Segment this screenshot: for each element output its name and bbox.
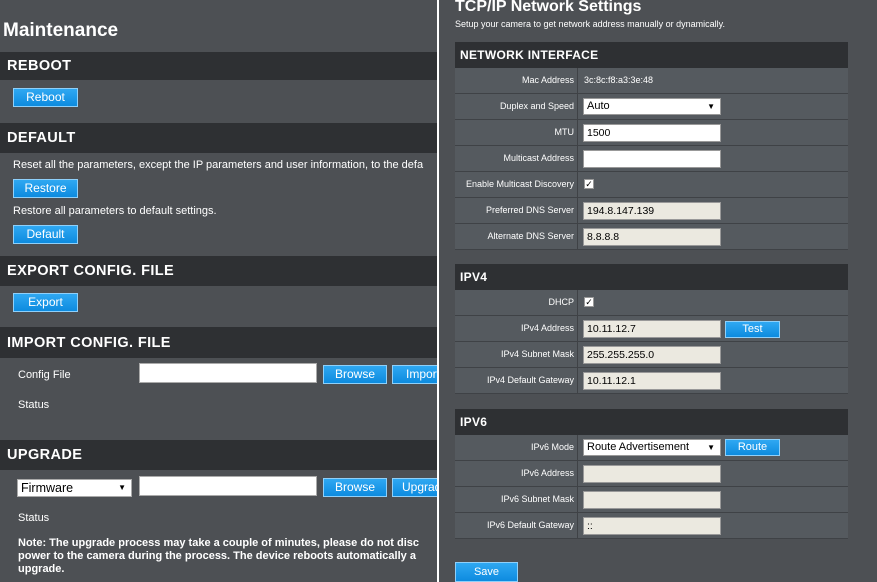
mac-address-value: 3c:8c:f8:a3:3e:48 [584, 75, 654, 85]
discovery-row: Enable Multicast Discovery ✓ [455, 172, 848, 198]
ipv4-mask-input[interactable] [583, 346, 721, 364]
reboot-heading: REBOOT [0, 52, 437, 80]
page-subtitle: Setup your camera to get network address… [455, 19, 725, 29]
ipv4-heading: IPV4 [455, 264, 848, 290]
import-button[interactable]: Import [392, 365, 437, 384]
reboot-button[interactable]: Reboot [13, 88, 78, 107]
ipv6-address-row: IPv6 Address [455, 461, 848, 487]
upgrade-status-label: Status [18, 512, 50, 524]
dhcp-checkbox[interactable]: ✓ [584, 297, 594, 307]
dhcp-row: DHCP ✓ [455, 290, 848, 316]
dns2-row: Alternate DNS Server [455, 224, 848, 250]
dns1-input[interactable] [583, 202, 721, 220]
network-settings-panel: TCP/IP Network Settings Setup your camer… [439, 0, 877, 582]
import-heading: IMPORT CONFIG. FILE [0, 327, 437, 358]
ipv6-mode-row: IPv6 Mode Route Advertisement ▼ Route [455, 435, 848, 461]
ipv6-address-label: IPv6 Address [455, 461, 578, 486]
chevron-down-icon: ▼ [707, 443, 715, 452]
default-button[interactable]: Default [13, 225, 78, 244]
ipv4-mask-row: IPv4 Subnet Mask [455, 342, 848, 368]
import-browse-button[interactable]: Browse [323, 365, 387, 384]
duplex-label: Duplex and Speed [455, 94, 578, 119]
ipv4-address-input[interactable] [583, 320, 721, 338]
default-description: Restore all parameters to default settin… [13, 205, 217, 217]
ipv6-mode-label: IPv6 Mode [455, 435, 578, 460]
config-file-input[interactable] [139, 363, 317, 383]
config-file-label: Config File [18, 369, 71, 381]
restore-button[interactable]: Restore [13, 179, 78, 198]
upgrade-browse-button[interactable]: Browse [323, 478, 387, 497]
save-button[interactable]: Save [455, 562, 518, 582]
dns2-label: Alternate DNS Server [455, 224, 578, 249]
ipv4-gateway-label: IPv4 Default Gateway [455, 368, 578, 393]
network-interface-heading: NETWORK INTERFACE [455, 42, 848, 68]
upgrade-note-line-3: upgrade. [18, 563, 65, 575]
upgrade-heading: UPGRADE [0, 440, 437, 470]
ipv4-gateway-input[interactable] [583, 372, 721, 390]
mac-address-row: Mac Address 3c:8c:f8:a3:3e:48 [455, 68, 848, 94]
upgrade-type-select[interactable]: Firmware ▼ [17, 479, 132, 497]
dns1-label: Preferred DNS Server [455, 198, 578, 223]
mtu-row: MTU [455, 120, 848, 146]
ipv6-mask-input[interactable] [583, 491, 721, 509]
ipv6-heading: IPV6 [455, 409, 848, 435]
default-heading: DEFAULT [0, 123, 437, 153]
restore-description: Reset all the parameters, except the IP … [13, 159, 424, 171]
ipv6-gateway-row: IPv6 Default Gateway [455, 513, 848, 539]
duplex-value: Auto [587, 100, 610, 112]
page-title: TCP/IP Network Settings [455, 0, 642, 15]
upgrade-note-line-1: Note: The upgrade process may take a cou… [18, 537, 419, 549]
ipv6-mask-label: IPv6 Subnet Mask [455, 487, 578, 512]
export-heading: EXPORT CONFIG. FILE [0, 256, 437, 286]
upgrade-note-line-2: power to the camera during the process. … [18, 550, 416, 562]
test-button[interactable]: Test [725, 321, 780, 338]
multicast-row: Multicast Address [455, 146, 848, 172]
dns2-input[interactable] [583, 228, 721, 246]
page-title: Maintenance [3, 20, 119, 41]
ipv6-gateway-label: IPv6 Default Gateway [455, 513, 578, 538]
upgrade-type-value: Firmware [21, 481, 74, 495]
ipv6-gateway-input[interactable] [583, 517, 721, 535]
upgrade-button[interactable]: Upgrade [392, 478, 437, 497]
ipv6-mode-value: Route Advertisement [587, 441, 690, 453]
duplex-row: Duplex and Speed Auto ▼ [455, 94, 848, 120]
mac-address-label: Mac Address [455, 68, 578, 93]
duplex-select[interactable]: Auto ▼ [583, 98, 721, 115]
multicast-label: Multicast Address [455, 146, 578, 171]
chevron-down-icon: ▼ [707, 102, 715, 111]
mtu-label: MTU [455, 120, 578, 145]
dhcp-label: DHCP [455, 290, 578, 315]
discovery-label: Enable Multicast Discovery [455, 172, 578, 197]
export-button[interactable]: Export [13, 293, 78, 312]
ipv6-mask-row: IPv6 Subnet Mask [455, 487, 848, 513]
ipv4-address-row: IPv4 Address Test [455, 316, 848, 342]
ipv6-mode-select[interactable]: Route Advertisement ▼ [583, 439, 721, 456]
multicast-input[interactable] [583, 150, 721, 168]
discovery-checkbox[interactable]: ✓ [584, 179, 594, 189]
mtu-input[interactable] [583, 124, 721, 142]
ipv4-mask-label: IPv4 Subnet Mask [455, 342, 578, 367]
chevron-down-icon: ▼ [118, 483, 126, 492]
ipv4-address-label: IPv4 Address [455, 316, 578, 341]
import-status-label: Status [18, 399, 50, 411]
ipv6-address-input[interactable] [583, 465, 721, 483]
upgrade-file-input[interactable] [139, 476, 317, 496]
ipv4-gateway-row: IPv4 Default Gateway [455, 368, 848, 394]
maintenance-panel: Maintenance REBOOT Reboot DEFAULT Reset … [0, 0, 437, 582]
route-button[interactable]: Route [725, 439, 780, 456]
dns1-row: Preferred DNS Server [455, 198, 848, 224]
